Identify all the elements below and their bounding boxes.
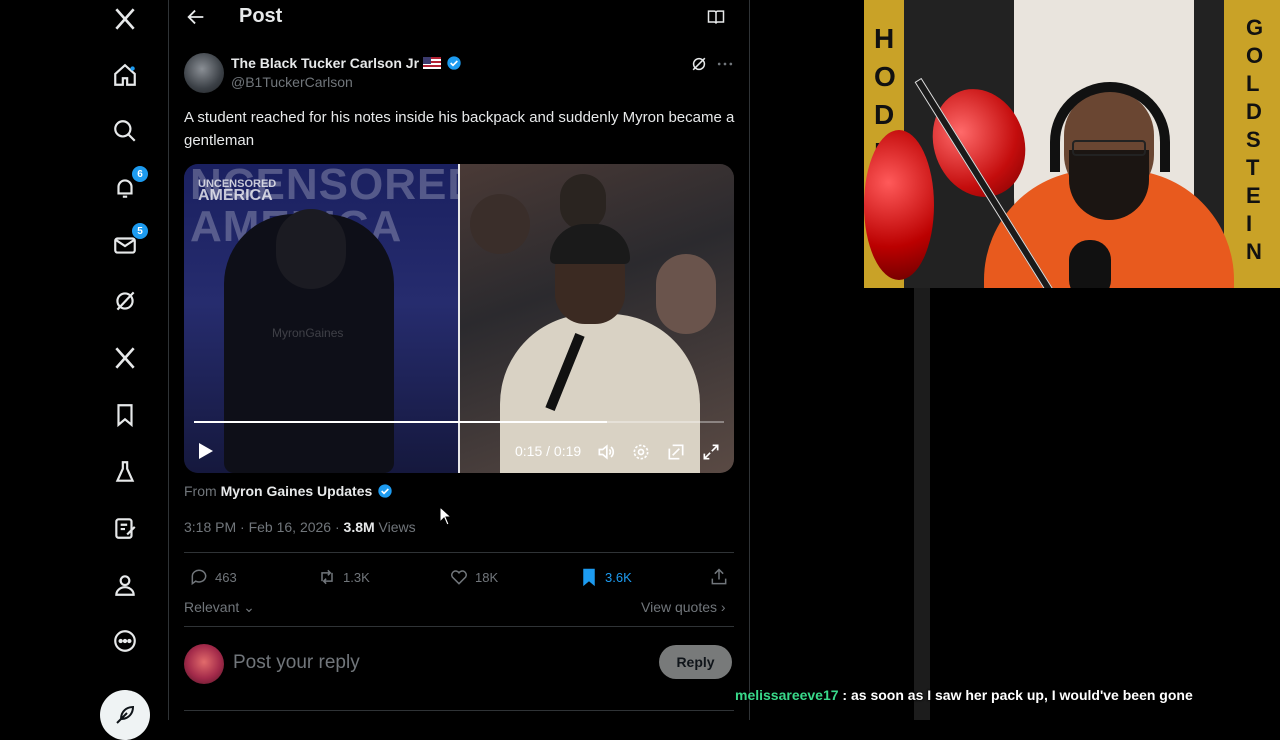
more-options-icon[interactable] (108, 624, 142, 658)
video-watermark: MyronGaines (272, 326, 344, 340)
crowd-figure (656, 254, 716, 334)
us-flag-icon (423, 57, 442, 69)
video-source-line: From Myron Gaines Updates (184, 483, 393, 499)
share-action[interactable] (709, 566, 735, 588)
sort-replies-dropdown[interactable]: Relevant ⌄ (184, 599, 255, 616)
from-prefix: From (184, 483, 217, 499)
chat-username: melissareeve17 (735, 687, 839, 703)
video-right-panel (460, 164, 734, 473)
volume-icon[interactable] (596, 442, 616, 462)
feather-icon (116, 705, 135, 724)
video-progress-bar[interactable] (194, 421, 724, 423)
author-name-row[interactable]: The Black Tucker Carlson Jr (231, 55, 462, 71)
post-detail-column: Post The Black Tucker Carlson Jr @B1Tuck… (169, 0, 749, 720)
heart-balloon (864, 130, 934, 280)
reply-count: 463 (215, 569, 237, 585)
chevron-right-icon: › (717, 599, 726, 615)
like-action[interactable]: 18K (449, 566, 498, 588)
compose-post-button[interactable] (100, 690, 150, 740)
logo-line-2: AMERICA (198, 187, 273, 204)
post-header: Post (169, 0, 749, 34)
grok-explain-icon[interactable] (689, 54, 709, 74)
crowd-figure (560, 174, 606, 230)
reply-input[interactable]: Post your reply (233, 652, 360, 674)
bookmark-action[interactable]: 3.6K (579, 566, 632, 588)
column-divider-right (749, 0, 750, 720)
chevron-down-icon: ⌄ (239, 599, 255, 615)
divider (184, 626, 734, 627)
back-arrow-icon[interactable] (185, 6, 207, 28)
left-navigation: 6 5 (0, 0, 168, 740)
play-icon[interactable] (198, 442, 214, 460)
reader-mode-icon[interactable] (706, 7, 726, 27)
premium-x-icon[interactable] (108, 341, 142, 375)
more-menu-icon[interactable] (715, 54, 735, 74)
like-count: 18K (475, 569, 499, 585)
video-time: 0:15 / 0:19 (515, 443, 582, 459)
divider (184, 710, 734, 711)
repost-action[interactable]: 1.3K (317, 566, 370, 588)
source-account-link[interactable]: Myron Gaines Updates (221, 483, 373, 499)
chat-message-text: : as soon as I saw her pack up, I would'… (838, 687, 1193, 703)
messages-badge: 5 (132, 223, 148, 239)
stream-chat-message: melissareeve17 : as soon as I saw her pa… (735, 687, 1193, 703)
notifications-badge: 6 (132, 166, 148, 182)
bookmark-count: 3.6K (605, 569, 632, 585)
verified-badge-icon (447, 56, 461, 70)
author-avatar[interactable] (184, 53, 224, 93)
search-icon[interactable] (108, 114, 142, 148)
page-title: Post (239, 5, 283, 27)
reply-bubble-icon (191, 569, 207, 586)
notifications-icon[interactable]: 6 (108, 166, 148, 205)
author-handle[interactable]: @B1TuckerCarlson (231, 74, 353, 90)
fullscreen-icon[interactable] (701, 442, 721, 462)
mouse-cursor-icon (439, 506, 453, 526)
banner-text-right: G O L D S T E I N (1246, 15, 1264, 264)
crowd-figure (470, 194, 530, 254)
view-quotes-link[interactable]: View quotes › (641, 599, 726, 615)
video-left-panel: NCENSORED AMERICA UNCENSORED AMERICA Myr… (184, 164, 479, 473)
bookmarks-icon[interactable] (108, 398, 142, 432)
reply-button[interactable]: Reply (659, 645, 732, 679)
video-progress-fill (194, 421, 608, 423)
heart-icon (451, 570, 467, 585)
view-quotes-label: View quotes (641, 599, 718, 615)
author-name[interactable]: The Black Tucker Carlson Jr (231, 55, 419, 71)
views-count: 3.8M (343, 519, 375, 535)
divider (184, 552, 734, 553)
studio-mic (1069, 240, 1111, 288)
webcam-overlay: H O D L G O L D S T E I N (864, 0, 1280, 288)
post-timestamp[interactable]: 3:18 PM · Feb 16, 2026 · (184, 519, 344, 535)
home-icon[interactable] (108, 58, 142, 92)
bookmark-filled-icon (583, 568, 595, 587)
settings-gear-icon[interactable] (631, 442, 651, 462)
verified-badge-icon (378, 484, 392, 498)
post-text: A student reached for his notes inside h… (184, 109, 735, 149)
picture-in-picture-icon[interactable] (666, 442, 686, 462)
x-logo-icon[interactable] (108, 2, 142, 36)
student-beanie (550, 224, 630, 264)
share-icon (711, 568, 727, 585)
articles-icon[interactable] (108, 511, 142, 545)
repost-count: 1.3K (343, 569, 370, 585)
user-avatar[interactable] (184, 644, 224, 684)
grok-icon[interactable] (108, 284, 142, 318)
repost-icon (321, 569, 333, 585)
messages-icon[interactable]: 5 (108, 223, 148, 262)
profile-icon[interactable] (108, 568, 142, 602)
speaker-head (276, 209, 346, 289)
reply-action[interactable]: 463 (189, 566, 237, 588)
video-player[interactable]: NCENSORED AMERICA UNCENSORED AMERICA Myr… (184, 164, 734, 473)
sort-label: Relevant (184, 599, 240, 615)
uncensored-america-logo: UNCENSORED AMERICA (198, 178, 276, 204)
background-strip (914, 288, 930, 720)
views-label: Views (374, 519, 416, 535)
post-meta: 3:18 PM · Feb 16, 2026 · 3.8M Views (184, 519, 416, 535)
jobs-flask-icon[interactable] (108, 455, 142, 489)
